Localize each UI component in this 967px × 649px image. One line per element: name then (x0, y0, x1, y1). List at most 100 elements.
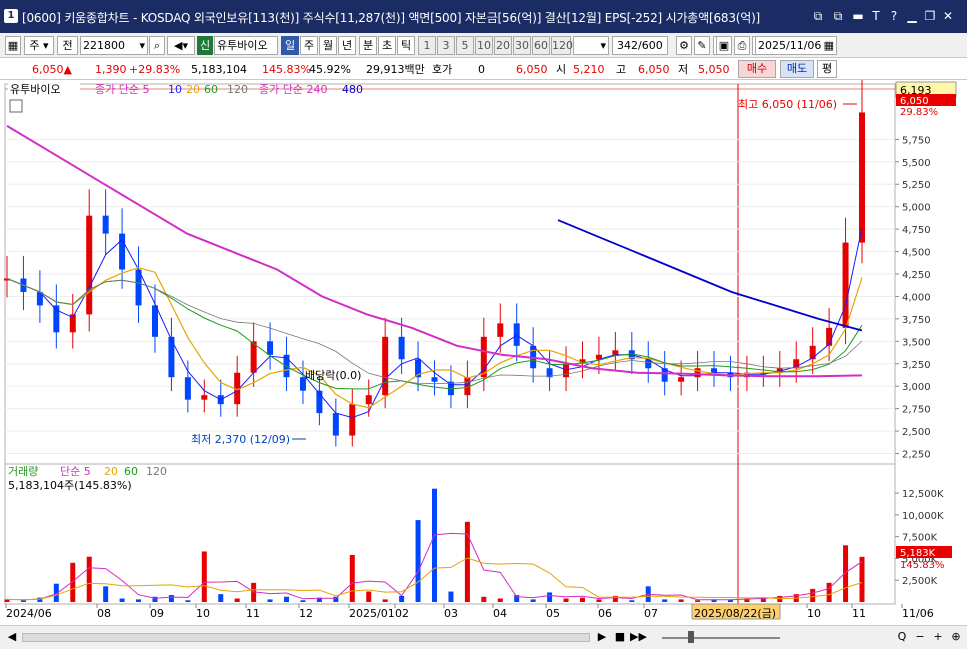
stock-name[interactable]: 유투바이오 (214, 36, 278, 55)
x-tick-label: 03 (444, 607, 458, 620)
hoga-value: 0 (478, 63, 485, 76)
x-tick-label: 05 (546, 607, 560, 620)
tab-week[interactable]: 주 (300, 36, 318, 55)
step-30[interactable]: 30 (513, 36, 531, 55)
volume-bar (234, 598, 240, 602)
tab-second[interactable]: 초 (378, 36, 396, 55)
x-tick-label: 12 (299, 607, 313, 620)
legend-vol-ma120[interactable]: 120 (146, 465, 167, 478)
crosshair-icon[interactable]: ⊕ (948, 629, 964, 645)
x-tick-label: 02 (395, 607, 409, 620)
maximize-icon[interactable]: ❐ (923, 9, 937, 23)
legend-stock[interactable]: 유투바이오 (10, 83, 61, 96)
volume-tick-label: 7,500K (902, 533, 938, 544)
candle-body (398, 336, 405, 360)
step-1[interactable]: 1 (418, 36, 436, 55)
tab-day[interactable]: 일 (281, 36, 299, 55)
step-10[interactable]: 10 (475, 36, 493, 55)
legend-ma-240[interactable]: 종가 단순 240 (259, 83, 327, 96)
zoom-in-icon[interactable]: + (930, 629, 946, 645)
volume-bar (185, 600, 191, 602)
minimize-icon[interactable]: ▁ (905, 9, 919, 23)
count-input[interactable]: 342/600 (612, 36, 668, 55)
last-volume-tag: 5,183K (900, 548, 936, 559)
window-number[interactable]: 1 (4, 9, 18, 23)
drawing-icon[interactable]: ✎ (694, 36, 710, 55)
volume-bar (579, 597, 585, 602)
font-icon[interactable]: T (869, 9, 883, 23)
code-input[interactable]: 221800 ▾ (80, 36, 148, 55)
zoom-slider[interactable] (662, 637, 780, 639)
volume-bar (563, 598, 569, 602)
x-tick-label: 11 (852, 607, 866, 620)
tab-minute[interactable]: 분 (359, 36, 377, 55)
zoom-icon[interactable]: Q (894, 629, 910, 645)
legend-vol-ma5[interactable]: 단순 5 (60, 465, 91, 478)
range-button[interactable]: 전 (57, 36, 78, 55)
volume-value: 5,183,104 (191, 63, 247, 76)
legend-vol-ma60[interactable]: 60 (124, 465, 138, 478)
legend-vol[interactable]: 거래량 (8, 465, 38, 478)
fast-forward-icon[interactable]: ▶▶ (630, 629, 647, 645)
calendar-icon[interactable]: ▦ (824, 37, 834, 54)
title-bar: 1 [0600] 키움종합차트 - KOSDAQ 외국인보유[113(천)] 주… (0, 0, 967, 33)
settings-grid-icon[interactable]: ▦ (5, 36, 21, 55)
step-60[interactable]: 60 (532, 36, 550, 55)
close-icon[interactable]: ✕ (941, 9, 955, 23)
legend-ma-480[interactable]: 480 (342, 83, 363, 96)
tab-month[interactable]: 월 (319, 36, 337, 55)
price-tick-label: 4,500 (902, 248, 931, 259)
zoom-slider-handle[interactable] (688, 631, 694, 643)
eval-button[interactable]: 평 (817, 60, 837, 78)
price-tick-label: 5,500 (902, 158, 931, 169)
legend-ma-10[interactable]: 10 (168, 83, 182, 96)
candle-body (332, 413, 339, 436)
price-tick-label: 5,000 (902, 203, 931, 214)
volume-bar (662, 599, 668, 602)
x-tick-label: 09 (150, 607, 164, 620)
stop-icon[interactable]: ■ (612, 629, 628, 645)
x-tick-label: 06 (598, 607, 612, 620)
bar-icon[interactable]: ▬ (851, 9, 865, 23)
legend-ma-5[interactable]: 종가 단순 5 (95, 83, 149, 96)
period-unit-select[interactable]: 주 ▾ (24, 36, 54, 55)
step-20[interactable]: 20 (494, 36, 512, 55)
custom-step-select[interactable]: ▾ (573, 36, 609, 55)
horizontal-scrollbar[interactable] (22, 633, 590, 642)
legend-ma-60[interactable]: 60 (204, 83, 218, 96)
help-icon[interactable]: ? (887, 9, 901, 23)
price-tick-label: 5,750 (902, 135, 931, 146)
print-icon[interactable]: ⎙ (734, 36, 750, 55)
step-120[interactable]: 120 (551, 36, 573, 55)
zoom-out-icon[interactable]: − (912, 629, 928, 645)
sell-button[interactable]: 매도 (780, 60, 814, 78)
last-volume-pct: 145.83% (900, 560, 945, 571)
x-tick-label: 2024/06 (6, 607, 52, 620)
stock-chart[interactable]: 6,193 5,7505,5005,2505,0004,7504,5004,25… (0, 80, 967, 625)
legend-vol-ma20[interactable]: 20 (104, 465, 118, 478)
turnover-rate: 45.92% (309, 63, 351, 76)
scroll-left-icon[interactable]: ◀ (4, 629, 20, 645)
chart-tools-icon[interactable]: ⚙ (676, 36, 692, 55)
copy-icon[interactable]: ⧉ (831, 9, 845, 23)
price-tick-label: 3,000 (902, 382, 931, 393)
toolbar: ▦ 주 ▾ 전 221800 ▾ ⌕ ◀▾ 신 유투바이오 일 주 월 년 분 초… (0, 33, 967, 58)
volume-bar (859, 556, 865, 602)
date-input[interactable]: 2025/11/06 ▦ (755, 36, 837, 55)
price-tick-label: 4,000 (902, 292, 931, 303)
buy-button[interactable]: 매수 (738, 60, 776, 78)
save-icon[interactable]: ▣ (716, 36, 732, 55)
sound-icon[interactable]: ◀▾ (167, 36, 195, 55)
step-5[interactable]: 5 (456, 36, 474, 55)
volume-bar (629, 600, 635, 602)
legend-ma-120[interactable]: 120 (227, 83, 248, 96)
link-icon[interactable]: ⧉ (811, 9, 825, 23)
search-icon[interactable]: ⌕ (149, 36, 165, 55)
scroll-right-icon[interactable]: ▶ (594, 629, 610, 645)
legend-ma-20[interactable]: 20 (186, 83, 200, 96)
status-bar: ◀ ▶ ■ ▶▶ Q − + ⊕ (0, 625, 967, 649)
tab-year[interactable]: 년 (338, 36, 356, 55)
table-icon[interactable] (9, 99, 23, 113)
tab-tick[interactable]: 틱 (397, 36, 415, 55)
step-3[interactable]: 3 (437, 36, 455, 55)
